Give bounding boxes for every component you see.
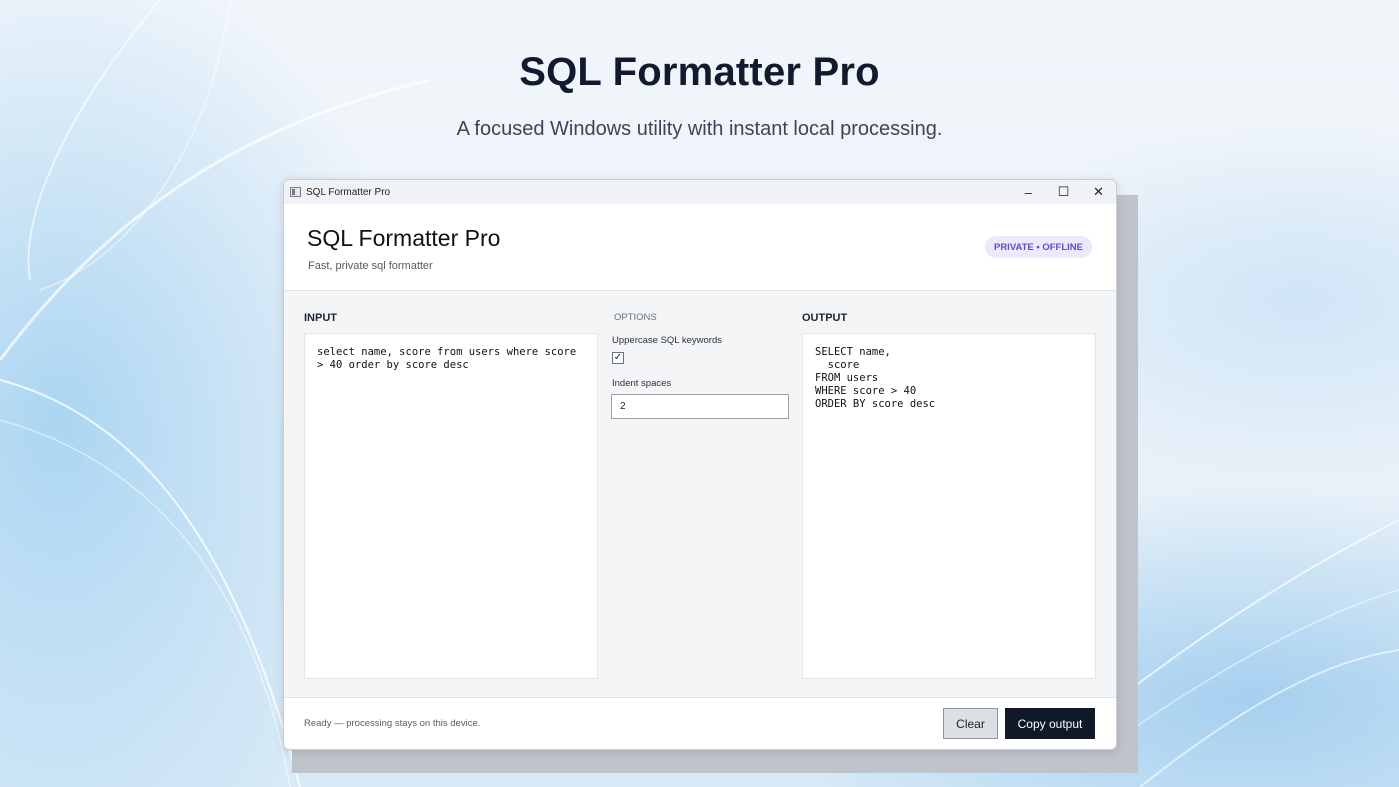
- indent-spaces-input[interactable]: 2: [611, 394, 789, 419]
- app-title: SQL Formatter Pro: [307, 225, 501, 251]
- app-window: SQL Formatter Pro – ☐ ✕ SQL Formatter Pr…: [283, 179, 1117, 750]
- window-controls: – ☐ ✕: [1011, 180, 1116, 204]
- hero-title: SQL Formatter Pro: [519, 50, 880, 94]
- sql-output-textarea[interactable]: SELECT name, score FROM users WHERE scor…: [802, 333, 1096, 679]
- hero-subtitle: A focused Windows utility with instant l…: [456, 118, 943, 140]
- indent-spaces-value: 2: [620, 401, 626, 412]
- copy-output-button[interactable]: Copy output: [1005, 708, 1095, 739]
- input-label: INPUT: [304, 312, 337, 324]
- options-label: OPTIONS: [614, 312, 657, 323]
- titlebar[interactable]: SQL Formatter Pro – ☐ ✕: [284, 180, 1116, 204]
- maximize-icon[interactable]: ☐: [1046, 180, 1081, 204]
- footer-bar: Ready — processing stays on this device.…: [284, 697, 1116, 749]
- checkmark-icon: ✓: [613, 352, 623, 363]
- uppercase-keywords-label: Uppercase SQL keywords: [612, 335, 723, 346]
- main-content: INPUT select name, score from users wher…: [284, 291, 1116, 699]
- close-icon[interactable]: ✕: [1081, 180, 1116, 204]
- app-subtitle: Fast, private sql formatter: [308, 260, 433, 272]
- app-header: SQL Formatter Pro Fast, private sql form…: [284, 204, 1116, 291]
- clear-button[interactable]: Clear: [943, 708, 998, 739]
- minimize-icon[interactable]: –: [1011, 180, 1046, 204]
- output-label: OUTPUT: [802, 312, 848, 324]
- indent-spaces-label: Indent spaces: [612, 378, 672, 389]
- privacy-badge: PRIVATE • OFFLINE: [984, 236, 1092, 258]
- uppercase-keywords-checkbox[interactable]: ✓: [612, 352, 624, 364]
- app-window-icon: [290, 187, 301, 197]
- titlebar-title: SQL Formatter Pro: [306, 186, 391, 198]
- sql-input-textarea[interactable]: select name, score from users where scor…: [304, 333, 598, 679]
- status-text: Ready — processing stays on this device.: [304, 718, 481, 729]
